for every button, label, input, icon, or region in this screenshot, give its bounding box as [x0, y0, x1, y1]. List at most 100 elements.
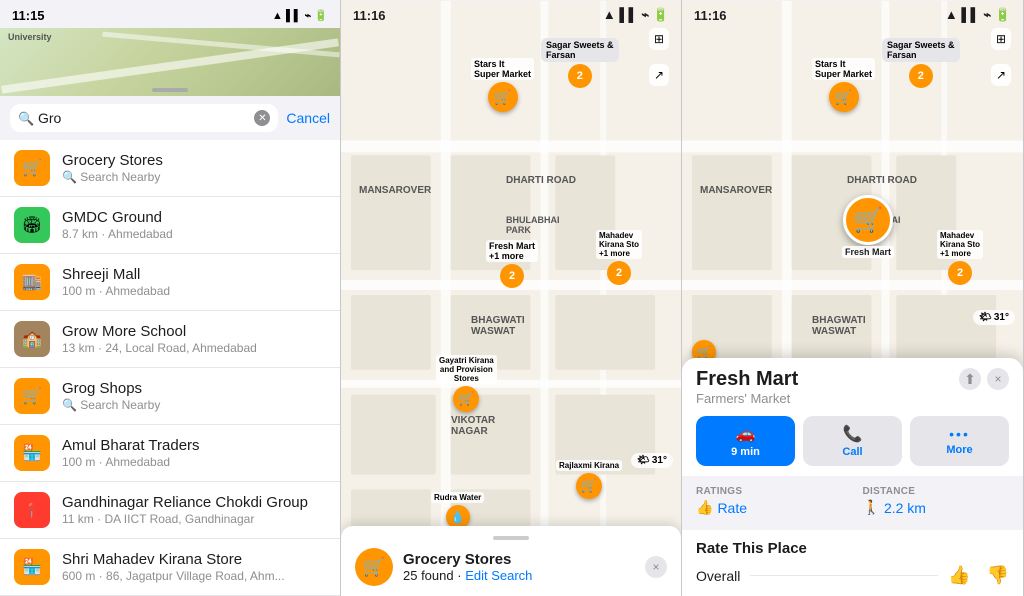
search-clear-button[interactable]: ✕ [254, 110, 270, 126]
directions-button[interactable]: 🚗 9 min [696, 416, 795, 466]
card-close-button[interactable]: × [645, 556, 667, 578]
ratings-label: RATINGS [696, 486, 843, 497]
map-thumbnail[interactable]: University [0, 28, 340, 96]
result-icon-gmdc: 🏟 [14, 207, 50, 243]
pin-gayatri-kirana[interactable]: Gayatri Kiranaand ProvisionStores 🛒 [436, 355, 497, 412]
pin-stars-market[interactable]: Stars ItSuper Market 🛒 [471, 58, 534, 112]
rate-link[interactable]: Rate [717, 500, 747, 516]
selected-pin-icon: 🛒 [843, 195, 893, 245]
search-input[interactable]: Gro [38, 110, 248, 126]
map-panel-2[interactable]: 11:16 ▲ ▌▌ ⌁ 🔋 MANSAROVER DHARTI ROAD BH… [341, 0, 682, 596]
result-title: GMDC Ground [62, 209, 326, 226]
result-title: Gandhinagar Reliance Chokdi Group [62, 494, 326, 511]
map-label3-bhagwati: BHAGWATIWASWAT [812, 315, 866, 337]
pin-icon-gayatri: 🛒 [453, 386, 479, 412]
selected-pin-fresh-mart[interactable]: 🛒 Fresh Mart [842, 195, 894, 258]
result-icon-gandhinagar: 📍 [14, 492, 50, 528]
card-drag-handle[interactable] [493, 536, 529, 540]
card-title: Grocery Stores [403, 551, 532, 568]
result-icon-amul: 🏪 [14, 435, 50, 471]
result-title: Shreeji Mall [62, 266, 326, 283]
edit-search-link[interactable]: Edit Search [465, 568, 532, 583]
result-text-shreeji: Shreeji Mall 100 m · Ahmedabad [62, 266, 326, 298]
cluster3-mahadev: 2 [948, 261, 972, 285]
result-subtitle: 100 m · Ahmedabad [62, 455, 326, 469]
map3-expand-button[interactable]: ⊞ [991, 28, 1011, 50]
distance-label: DISTANCE [863, 486, 1010, 497]
status-icons-1: ▲ ▌▌ ⌁ 🔋 [272, 9, 328, 22]
list-item[interactable]: 🏟 GMDC Ground 8.7 km · Ahmedabad [0, 197, 340, 254]
action-buttons: 🚗 9 min 📞 Call ••• More [696, 416, 1009, 466]
list-item[interactable]: 🛒 Grocery Stores 🔍 Search Nearby [0, 140, 340, 197]
pin-rajlaxmi[interactable]: Rajlaxmi Kirana 🛒 [556, 460, 622, 499]
status-bar-2: 11:16 ▲ ▌▌ ⌁ 🔋 [341, 0, 681, 28]
search-panel: 11:15 ▲ ▌▌ ⌁ 🔋 University 🔍 Gro ✕ Cancel… [0, 0, 341, 596]
result-text-grocery: Grocery Stores 🔍 Search Nearby [62, 152, 326, 184]
call-icon: 📞 [843, 424, 863, 444]
list-item[interactable]: 📍 Gandhinagar Reliance Chokdi Group 11 k… [0, 482, 340, 539]
pin3-sagar[interactable]: Sagar Sweets &Farsan 2 [882, 38, 960, 88]
share-button[interactable]: ⬆ [959, 368, 981, 390]
pin3-icon-stars: 🛒 [829, 82, 859, 112]
list-item[interactable]: 🏪 Shri Mahadev Kirana Store 600 m · 86, … [0, 539, 340, 596]
ratings-value[interactable]: 👍 Rate [696, 499, 843, 516]
list-item[interactable]: 🏫 Grow More School 13 km · 24, Local Roa… [0, 311, 340, 368]
pin-mahadev-kirana[interactable]: MahadevKirana Sto+1 more 2 [596, 230, 642, 285]
map-expand-button[interactable]: ⊞ [649, 28, 669, 50]
result-title: Shri Mahadev Kirana Store [62, 551, 326, 568]
cluster-top: 2 [568, 64, 592, 88]
rate-overall-label: Overall [696, 568, 740, 584]
result-title: Grog Shops [62, 380, 326, 397]
pin3-stars[interactable]: Stars ItSuper Market 🛒 [812, 58, 875, 112]
list-item[interactable]: 🏪 Amul Bharat Traders 100 m · Ahmedabad [0, 425, 340, 482]
result-text-mahadev: Shri Mahadev Kirana Store 600 m · 86, Ja… [62, 551, 326, 583]
result-subtitle: 13 km · 24, Local Road, Ahmedabad [62, 341, 326, 355]
status-bar-1: 11:15 ▲ ▌▌ ⌁ 🔋 [0, 0, 340, 28]
result-text-gandhinagar: Gandhinagar Reliance Chokdi Group 11 km … [62, 494, 326, 526]
thumbs-up-button[interactable]: 👍 [948, 565, 970, 586]
result-subtitle: 🔍 Search Nearby [62, 398, 326, 412]
map-compass-button[interactable]: ↗ [649, 64, 669, 86]
card-found: 25 found · Edit Search [403, 568, 532, 583]
map3-compass-button[interactable]: ↗ [991, 64, 1011, 86]
directions-label: 9 min [731, 446, 760, 458]
result-title: Grocery Stores [62, 152, 326, 169]
map-panel-3[interactable]: 11:16 ▲ ▌▌ ⌁ 🔋 MANSAROVER DHARTI ROAD BH… [682, 0, 1024, 596]
map-label-bhagwati: BHAGWATIWASWAT [471, 315, 525, 337]
result-icon-mahadev: 🏪 [14, 549, 50, 585]
rate-divider [750, 575, 938, 576]
result-icon-grog: 🛒 [14, 378, 50, 414]
list-item[interactable]: 🛒 Grog Shops 🔍 Search Nearby [0, 368, 340, 425]
list-item[interactable]: 🏬 Shreeji Mall 100 m · Ahmedabad [0, 254, 340, 311]
directions-icon: 🚗 [736, 424, 756, 444]
thumbs-down-button[interactable]: 👎 [987, 565, 1009, 586]
cluster-fresh-mart: 2 [500, 264, 524, 288]
status-icons-3: ▲ ▌▌ ⌁ 🔋 [945, 7, 1011, 23]
call-button[interactable]: 📞 Call [803, 416, 902, 466]
pin-sagar-sweets[interactable]: Sagar Sweets &Farsan 2 [541, 38, 619, 88]
selected-pin-label: Fresh Mart [842, 246, 894, 258]
temperature-badge: 🌤31° [631, 453, 673, 468]
rate-section: Rate This Place Overall 👍 👎 [682, 530, 1023, 596]
temp-value-3: 31° [994, 312, 1009, 323]
search-input-wrap[interactable]: 🔍 Gro ✕ [10, 104, 278, 132]
map-thumb-label: University [8, 32, 52, 42]
rate-title: Rate This Place [696, 540, 1009, 557]
more-button[interactable]: ••• More [910, 416, 1009, 466]
place-info: Fresh Mart Farmers' Market [696, 368, 798, 406]
result-text-gmdc: GMDC Ground 8.7 km · Ahmedabad [62, 209, 326, 241]
close-button[interactable]: × [987, 368, 1009, 390]
drag-handle[interactable] [152, 88, 188, 92]
map-label-bhulabhai: BHULABHAIPARK [506, 215, 560, 235]
more-icon: ••• [949, 426, 970, 442]
pin-fresh-mart[interactable]: Fresh Mart+1 more 2 [486, 240, 538, 288]
distance-number: 2.2 km [884, 500, 926, 516]
cancel-button[interactable]: Cancel [286, 110, 330, 126]
pin-rudra-water[interactable]: Rudra Water 💧 [431, 492, 484, 529]
pin3-mahadev[interactable]: MahadevKirana Sto+1 more 2 [937, 230, 983, 285]
result-subtitle: 🔍 Search Nearby [62, 170, 326, 184]
result-text-grog: Grog Shops 🔍 Search Nearby [62, 380, 326, 412]
result-title: Grow More School [62, 323, 326, 340]
pin-icon-stars: 🛒 [488, 82, 518, 112]
status-icons-2: ▲ ▌▌ ⌁ 🔋 [603, 7, 669, 23]
